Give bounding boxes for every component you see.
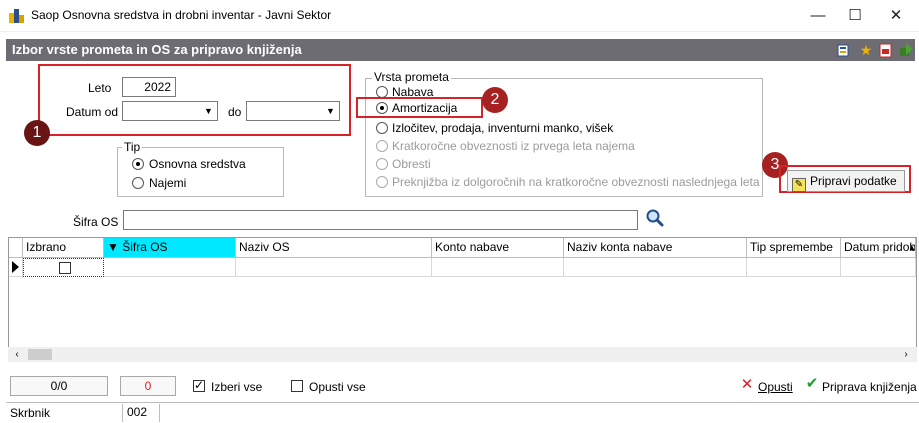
maximize-button[interactable]: ☐ <box>832 4 878 28</box>
skrbnik-value: 002 <box>122 404 160 422</box>
triangle-right-icon <box>12 261 19 273</box>
checkmark-icon[interactable]: ✔ <box>805 376 819 391</box>
grid-corner <box>9 238 23 258</box>
tip-option-osnovna[interactable]: Osnovna sredstva <box>149 157 246 171</box>
form-title: Izbor vrste prometa in OS za pripravo kn… <box>12 42 302 57</box>
izberi-vse-checkbox[interactable]: ✓ <box>193 378 205 392</box>
step-badge-2: 2 <box>482 87 508 113</box>
tip-legend: Tip <box>122 140 143 154</box>
favorite-star-icon[interactable]: ★ <box>858 42 874 58</box>
leto-value: 2022 <box>144 80 171 94</box>
leto-label: Leto <box>88 81 112 95</box>
pdf-icon[interactable] <box>878 42 894 58</box>
tip-group <box>117 147 284 197</box>
close-button[interactable]: ✕ <box>873 4 919 28</box>
pencil-icon: ✎ <box>792 178 806 192</box>
opusti-button[interactable]: Opusti <box>758 380 793 394</box>
vrsta-radio-obresti <box>376 158 388 170</box>
scroll-right-icon[interactable]: › <box>899 347 913 362</box>
scroll-left-icon[interactable]: ‹ <box>10 347 24 362</box>
record-count: 0/0 <box>10 376 108 396</box>
window-title: Saop Osnovna sredstva in drobni inventar… <box>31 8 332 22</box>
col-konto-nabave[interactable]: Konto nabave <box>432 238 564 258</box>
vrsta-radio-izlocitev[interactable] <box>376 122 388 134</box>
exit-icon[interactable] <box>898 42 914 58</box>
col-naziv-konta[interactable]: Naziv konta nabave <box>564 238 747 258</box>
selected-count: 0 <box>120 376 176 396</box>
sifra-os-input[interactable] <box>123 210 638 230</box>
vrsta-option-amortizacija[interactable]: Amortizacija <box>392 101 457 115</box>
datum-od-select[interactable]: ▼ <box>122 101 218 121</box>
table-row-sifra[interactable] <box>104 258 236 277</box>
chevron-down-icon[interactable]: ▼ <box>323 103 338 119</box>
tip-radio-najemi[interactable] <box>132 177 144 189</box>
vrsta-radio-kratkorocne <box>376 140 388 152</box>
opusti-vse-checkbox[interactable] <box>291 380 303 392</box>
tip-radio-osnovna[interactable] <box>132 158 144 170</box>
col-sifra-os[interactable]: ▼ Šifra OS <box>104 238 236 258</box>
datum-do-select[interactable]: ▼ <box>246 101 340 121</box>
col-tip-spremembe[interactable]: Tip spremembe <box>747 238 841 258</box>
table-row-tip[interactable] <box>747 258 841 277</box>
table-row-konto[interactable] <box>432 258 564 277</box>
scroll-up-icon[interactable]: ▲ <box>907 238 917 258</box>
horizontal-scrollbar[interactable]: ‹ › <box>8 347 917 362</box>
pripravi-podatke-button[interactable]: ✎ Pripravi podatke <box>787 170 905 192</box>
datum-od-label: Datum od <box>66 105 119 119</box>
vrsta-option-kratkorocne: Kratkoročne obveznosti iz prvega leta na… <box>392 139 635 153</box>
table-row-naziv[interactable] <box>236 258 432 277</box>
vrsta-option-preknjizba: Preknjižba iz dolgoročnih na kratkoročne… <box>392 175 760 189</box>
scroll-thumb[interactable] <box>28 349 52 360</box>
vrsta-radio-preknjizba <box>376 176 388 188</box>
search-icon[interactable] <box>645 208 665 228</box>
tip-option-najemi[interactable]: Najemi <box>149 176 186 190</box>
col-datum-pridob[interactable]: Datum pridob <box>841 238 916 258</box>
cancel-x-icon[interactable]: ✕ <box>740 377 754 392</box>
os-grid[interactable]: Izbrano ▼ Šifra OS Naziv OS Konto nabave… <box>8 237 917 361</box>
vrsta-option-obresti: Obresti <box>392 157 431 171</box>
highlight-box-1 <box>38 64 351 136</box>
chevron-down-icon[interactable]: ▼ <box>201 103 216 119</box>
table-row-naziv-konta[interactable] <box>564 258 747 277</box>
leto-input[interactable]: 2022 <box>122 77 176 97</box>
izberi-vse-label[interactable]: Izberi vse <box>211 380 262 394</box>
vrsta-prometa-legend: Vrsta prometa <box>372 70 451 84</box>
sifra-os-label: Šifra OS <box>73 215 119 229</box>
step-badge-1: 1 <box>24 120 50 146</box>
checkmark-icon: ✓ <box>194 378 205 392</box>
table-row-izbrano[interactable] <box>23 258 104 277</box>
opusti-vse-label[interactable]: Opusti vse <box>309 380 366 394</box>
row-checkbox[interactable] <box>59 262 71 274</box>
vrsta-radio-amortizacija[interactable] <box>376 102 388 114</box>
vrsta-option-izlocitev[interactable]: Izločitev, prodaja, inventurni manko, vi… <box>392 121 613 135</box>
do-label: do <box>228 105 242 119</box>
app-logo-icon <box>9 9 25 23</box>
skrbnik-label: Skrbnik <box>10 406 51 420</box>
row-indicator[interactable] <box>9 258 23 277</box>
priprava-knjizenja-button[interactable]: Priprava knjiženja <box>822 380 917 394</box>
pripravi-podatke-label: Pripravi podatke <box>810 174 897 188</box>
col-izbrano[interactable]: Izbrano <box>23 238 104 258</box>
col-naziv-os[interactable]: Naziv OS <box>236 238 432 258</box>
report-icon[interactable] <box>836 42 852 58</box>
table-row-datum[interactable] <box>841 258 916 277</box>
